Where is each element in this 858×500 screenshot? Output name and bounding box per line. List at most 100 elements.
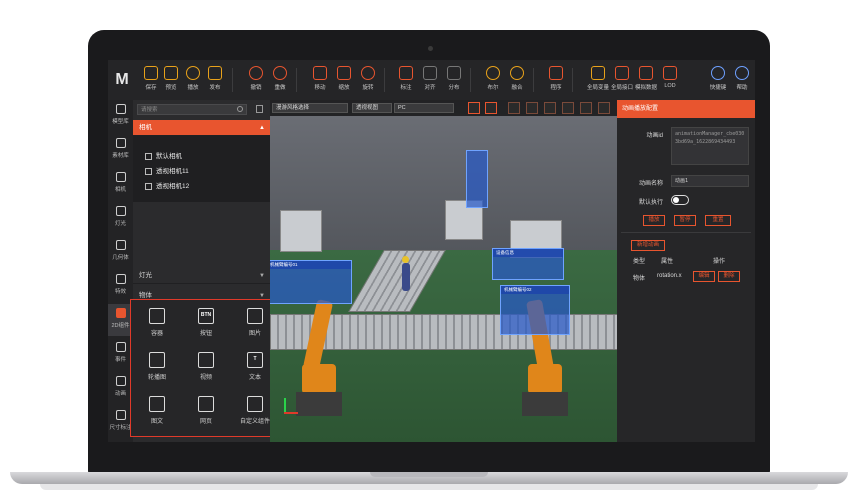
section-camera[interactable]: 相机 ▲ xyxy=(133,120,270,136)
animation-name-field[interactable]: 动画1 xyxy=(671,175,749,187)
viewport-tool-button[interactable] xyxy=(598,102,610,114)
distribute-button[interactable]: 分布 xyxy=(442,64,466,98)
edit-row-button[interactable]: 编辑 xyxy=(693,271,715,282)
rail-item-effects[interactable]: 特效 xyxy=(108,270,133,302)
axis-x-indicator xyxy=(284,412,298,414)
component-video[interactable]: 视频 xyxy=(186,348,226,388)
help-button[interactable]: 帮助 xyxy=(730,64,754,98)
viewport-tool-button[interactable] xyxy=(544,102,556,114)
section-light[interactable]: 灯光 ▼ xyxy=(133,268,270,284)
column-operation: 操作 xyxy=(713,259,726,265)
camera-item-perspective-11[interactable]: 透视相机11 xyxy=(145,165,189,175)
trash-icon[interactable] xyxy=(256,105,263,113)
undo-button[interactable]: 撤销 xyxy=(244,64,268,98)
app-screen: M 保存 预览 播放 发布 撤销 重做 移动 缩放 旋转 标注 对齐 分布 布尔… xyxy=(108,60,755,442)
global-variable-button[interactable]: 全局变量 xyxy=(586,64,610,98)
annotate-icon xyxy=(399,66,413,80)
info-panel-small[interactable] xyxy=(466,150,488,208)
toolbar-separator xyxy=(296,68,297,92)
redo-button[interactable]: 重做 xyxy=(268,64,292,98)
add-animation-button[interactable]: 新增动画 xyxy=(631,240,665,251)
info-panel-device[interactable]: 设备信息 xyxy=(492,248,564,280)
play-animation-button[interactable]: 播放 xyxy=(643,215,665,226)
3d-viewport[interactable]: 机械臂编号01 机械臂编号02 设备信息 漫游风格选择 透视视图 PC xyxy=(270,100,617,442)
code-button[interactable]: 程序 xyxy=(544,64,568,98)
component-image[interactable]: 图片 xyxy=(235,304,275,344)
view-mode-button[interactable] xyxy=(485,102,497,114)
animation-id-field[interactable]: animationManager_cbe0303bd69a_1622869434… xyxy=(671,127,749,165)
component-container[interactable]: 容器 xyxy=(137,304,177,344)
component-image-text[interactable]: 图文 xyxy=(137,392,177,432)
cube-icon xyxy=(115,104,126,114)
delete-row-button[interactable]: 删除 xyxy=(718,271,740,282)
rotate-button[interactable]: 旋转 xyxy=(356,64,380,98)
pause-animation-button[interactable]: 暂停 xyxy=(674,215,696,226)
mock-data-button[interactable]: 模拟数据 xyxy=(634,64,658,98)
default-exec-label: 默认执行 xyxy=(638,200,663,206)
webcam-icon xyxy=(428,46,433,51)
align-button[interactable]: 对齐 xyxy=(418,64,442,98)
keyboard-icon xyxy=(711,66,725,80)
factory-wall xyxy=(270,116,617,250)
play-button[interactable]: 播放 xyxy=(181,64,205,98)
publish-icon xyxy=(208,66,222,80)
boolean-button[interactable]: 布尔 xyxy=(481,64,505,98)
rail-item-material-library[interactable]: 素材库 xyxy=(108,134,133,166)
annotate-button[interactable]: 标注 xyxy=(394,64,418,98)
toolbar-separator xyxy=(533,68,534,92)
search-icon[interactable] xyxy=(237,106,243,112)
distribute-icon xyxy=(447,66,461,80)
viewport-tool-button[interactable] xyxy=(526,102,538,114)
merge-icon xyxy=(510,66,524,80)
checkbox[interactable] xyxy=(145,152,152,160)
animation-id-label: 动画id xyxy=(646,133,663,139)
camera-item-default[interactable]: 默认相机 xyxy=(145,150,182,160)
rail-item-geometry[interactable]: 几何体 xyxy=(108,236,133,268)
scale-button[interactable]: 缩放 xyxy=(332,64,356,98)
toolbar-separator xyxy=(384,68,385,92)
search-input[interactable]: 请搜索 xyxy=(137,104,247,115)
ruler-icon xyxy=(115,410,126,420)
reset-animation-button[interactable]: 重置 xyxy=(705,215,731,226)
checkbox[interactable] xyxy=(145,167,152,175)
save-icon xyxy=(144,66,158,80)
toolbar-separator xyxy=(232,68,233,92)
robot-base xyxy=(296,392,342,416)
preview-button[interactable]: 预览 xyxy=(159,64,183,98)
rail-item-camera[interactable]: 相机 xyxy=(108,168,133,200)
rail-item-model-library[interactable]: 模型库 xyxy=(108,100,133,132)
mock-data-icon xyxy=(639,66,653,80)
container-icon xyxy=(149,308,165,324)
viewport-tool-button[interactable] xyxy=(562,102,574,114)
viewport-tool-button[interactable] xyxy=(508,102,520,114)
scene-style-select[interactable]: 漫游风格选择 xyxy=(272,103,348,113)
axis-y-indicator xyxy=(284,398,286,412)
shortcut-keys-button[interactable]: 快捷键 xyxy=(706,64,730,98)
component-text[interactable]: T 文本 xyxy=(235,348,275,388)
move-button[interactable]: 移动 xyxy=(308,64,332,98)
redo-icon xyxy=(273,66,287,80)
camera-item-perspective-12[interactable]: 透视相机12 xyxy=(145,180,189,190)
device-select[interactable]: PC xyxy=(394,103,454,113)
info-panel-robot-02[interactable]: 机械臂编号02 xyxy=(500,285,570,335)
info-panel-robot-01[interactable]: 机械臂编号01 xyxy=(270,260,352,304)
component-webpage[interactable]: 网页 xyxy=(186,392,226,432)
component-carousel[interactable]: 轮播图 xyxy=(137,348,177,388)
lod-button[interactable]: LOD xyxy=(658,64,682,98)
component-custom[interactable]: 自定义组件 xyxy=(235,392,275,432)
default-exec-toggle[interactable] xyxy=(671,195,689,205)
grid-toggle-button[interactable] xyxy=(468,102,480,114)
publish-button[interactable]: 发布 xyxy=(203,64,227,98)
undo-icon xyxy=(249,66,263,80)
component-button[interactable]: BTN 按钮 xyxy=(186,304,226,344)
event-icon xyxy=(115,342,126,352)
rail-item-light[interactable]: 灯光 xyxy=(108,202,133,234)
global-interface-button[interactable]: 全局接口 xyxy=(610,64,634,98)
video-icon xyxy=(198,352,214,368)
checkbox[interactable] xyxy=(145,182,152,190)
divider xyxy=(621,232,751,233)
view-select[interactable]: 透视视图 xyxy=(352,103,392,113)
panel-header: 动画播放配置 xyxy=(617,100,755,118)
merge-button[interactable]: 融合 xyxy=(505,64,529,98)
viewport-tool-button[interactable] xyxy=(580,102,592,114)
